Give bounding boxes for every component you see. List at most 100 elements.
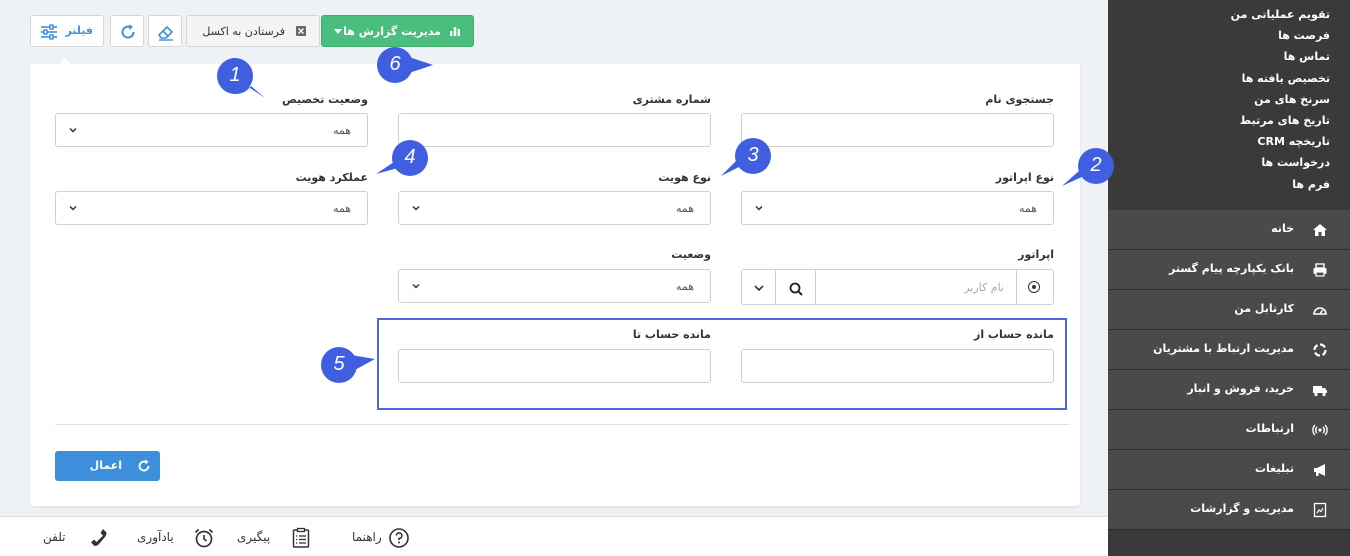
help-icon bbox=[389, 528, 409, 548]
chevron-down-icon bbox=[68, 202, 78, 216]
phone-icon bbox=[91, 529, 107, 546]
bar-chart-icon bbox=[449, 25, 461, 40]
sidebar-item-label: ارتباطات bbox=[1245, 422, 1294, 435]
operator-placeholder: نام کاربر bbox=[964, 281, 1004, 294]
callout-number: 4 bbox=[404, 146, 416, 168]
radio-target-icon bbox=[1028, 281, 1040, 293]
callout-1: 1 bbox=[215, 56, 265, 98]
alarm-clock-icon bbox=[194, 528, 214, 548]
megaphone-icon bbox=[1312, 462, 1328, 478]
report-icon bbox=[1312, 502, 1328, 518]
sidebar-item-crm[interactable]: مدیریت ارتباط با مشتریان bbox=[1108, 330, 1350, 370]
sidebar-item-advertising[interactable]: تبلیغات bbox=[1108, 450, 1350, 490]
callout-3: 3 bbox=[721, 136, 773, 176]
sidebar-submenu: تقویم عملیاتی من فرصت ها تماس ها تخصیص ی… bbox=[1231, 4, 1330, 195]
chevron-down-icon bbox=[411, 202, 421, 216]
reminder-button[interactable]: یادآوری bbox=[137, 527, 215, 549]
identity-type-value: همه bbox=[675, 202, 694, 215]
operator-type-label: نوع اپراتور bbox=[995, 171, 1054, 184]
submenu-item-requests[interactable]: درخواست ها bbox=[1231, 152, 1330, 173]
submenu-item-crm-history[interactable]: تاریخچه CRM bbox=[1231, 131, 1330, 152]
chevron-down-icon bbox=[334, 29, 342, 34]
assign-status-select[interactable]: همه bbox=[55, 113, 368, 147]
identity-type-select[interactable]: همه bbox=[398, 191, 711, 225]
followup-label: پیگیری bbox=[237, 530, 271, 544]
name-search-label: جستجوی نام bbox=[985, 93, 1054, 106]
callout-number: 1 bbox=[229, 64, 241, 86]
callout-6: 6 bbox=[375, 45, 433, 85]
apply-button[interactable]: اعمال bbox=[55, 451, 160, 481]
dashboard-icon bbox=[1312, 302, 1328, 318]
callout-number: 3 bbox=[747, 144, 759, 166]
export-excel-button[interactable]: فرستادن به اکسل bbox=[186, 15, 320, 47]
panel-divider bbox=[55, 424, 1070, 425]
chevron-down-icon bbox=[411, 280, 421, 294]
callout-4: 4 bbox=[376, 138, 430, 178]
status-select[interactable]: همه bbox=[398, 269, 711, 303]
filter-button[interactable]: فیلتر bbox=[30, 15, 104, 47]
balance-range-highlight bbox=[377, 318, 1067, 410]
submenu-item-contacts[interactable]: تماس ها bbox=[1231, 46, 1330, 67]
search-icon bbox=[789, 282, 803, 296]
operator-username-input[interactable]: نام کاربر bbox=[815, 269, 1017, 305]
reminder-label: یادآوری bbox=[137, 530, 174, 544]
phone-button[interactable]: تلفن bbox=[43, 527, 109, 549]
callout-number: 5 bbox=[333, 353, 345, 375]
sidebar-item-home[interactable]: خانه bbox=[1108, 210, 1350, 250]
excel-icon bbox=[295, 25, 307, 40]
identity-function-value: همه bbox=[332, 202, 351, 215]
sidebar-item-my-cartable[interactable]: کارتابل من bbox=[1108, 290, 1350, 330]
sidebar-item-label: خانه bbox=[1271, 222, 1294, 235]
chevron-down-icon bbox=[754, 202, 764, 216]
phone-label: تلفن bbox=[43, 530, 66, 544]
crm-cycle-icon bbox=[1312, 342, 1328, 358]
refresh-button[interactable] bbox=[110, 15, 144, 47]
sidebar-item-label: تبلیغات bbox=[1255, 462, 1294, 475]
callout-5: 5 bbox=[319, 345, 375, 385]
truck-icon bbox=[1312, 382, 1328, 398]
sidebar-item-label: بانک یکپارچه پیام گستر bbox=[1169, 262, 1294, 275]
broadcast-icon bbox=[1312, 422, 1328, 438]
submenu-item-assigned[interactable]: تخصیص یافته ها bbox=[1231, 68, 1330, 89]
sidebar-item-label: مدیریت ارتباط با مشتریان bbox=[1153, 342, 1294, 355]
sidebar-item-label: کارتابل من bbox=[1234, 302, 1294, 315]
chevron-down-icon bbox=[68, 124, 78, 138]
filter-label: فیلتر bbox=[65, 24, 93, 37]
sidebar-item-management-reports[interactable]: مدیریت و گزارشات bbox=[1108, 490, 1350, 530]
identity-type-label: نوع هویت bbox=[658, 171, 711, 184]
operator-label: اپراتور bbox=[1018, 248, 1054, 261]
chevron-down-icon bbox=[754, 285, 764, 292]
operator-type-select[interactable]: همه bbox=[741, 191, 1054, 225]
submenu-item-related-dates[interactable]: تاریخ های مرتبط bbox=[1231, 110, 1330, 131]
submenu-item-leads[interactable]: سرنخ های من bbox=[1231, 89, 1330, 110]
operator-search-button[interactable] bbox=[776, 269, 816, 305]
guide-button[interactable]: راهنما bbox=[352, 527, 412, 549]
callout-2: 2 bbox=[1062, 146, 1116, 186]
name-search-input[interactable] bbox=[741, 113, 1054, 147]
submenu-item-calendar[interactable]: تقویم عملیاتی من bbox=[1231, 4, 1330, 25]
printer-icon bbox=[1312, 262, 1328, 278]
submenu-item-forms[interactable]: فرم ها bbox=[1231, 174, 1330, 195]
followup-button[interactable]: پیگیری bbox=[237, 527, 311, 549]
eraser-icon bbox=[157, 25, 174, 41]
identity-function-select[interactable]: همه bbox=[55, 191, 368, 225]
status-label: وضعیت bbox=[671, 248, 711, 261]
operator-select-radio[interactable] bbox=[1016, 269, 1054, 305]
submenu-item-opportunities[interactable]: فرصت ها bbox=[1231, 25, 1330, 46]
sidebar-item-label: خرید، فروش و انبار bbox=[1187, 382, 1294, 395]
clear-filters-button[interactable] bbox=[148, 15, 182, 47]
report-management-button[interactable]: مدیریت گزارش ها bbox=[321, 15, 474, 47]
bottom-bar: راهنما پیگیری یادآوری تلفن bbox=[0, 516, 1108, 556]
sidebar-item-message-bank[interactable]: بانک یکپارچه پیام گستر bbox=[1108, 250, 1350, 290]
customer-number-label: شماره مشتری bbox=[632, 93, 711, 106]
export-excel-label: فرستادن به اکسل bbox=[202, 25, 285, 38]
sidebar-item-sales-inventory[interactable]: خرید، فروش و انبار bbox=[1108, 370, 1350, 410]
assign-status-value: همه bbox=[332, 124, 351, 137]
guide-label: راهنما bbox=[352, 530, 382, 544]
home-icon bbox=[1312, 222, 1328, 238]
operator-dropdown-button[interactable] bbox=[741, 269, 776, 305]
identity-function-label: عملکرد هویت bbox=[295, 171, 368, 184]
apply-label: اعمال bbox=[89, 459, 122, 472]
sidebar-item-communications[interactable]: ارتباطات bbox=[1108, 410, 1350, 450]
customer-number-input[interactable] bbox=[398, 113, 711, 147]
